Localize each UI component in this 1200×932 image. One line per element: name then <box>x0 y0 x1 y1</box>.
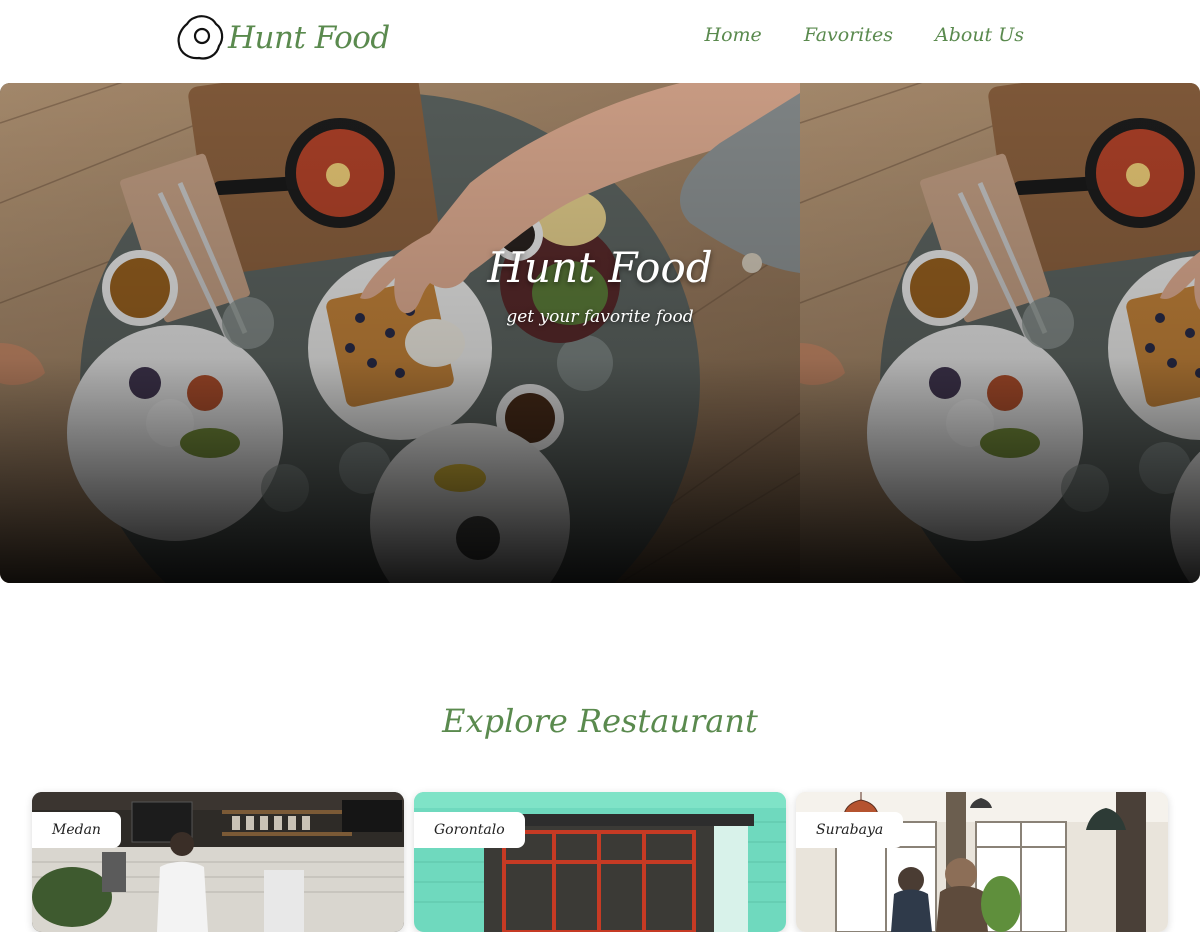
nav-about-us[interactable]: About Us <box>935 24 1024 46</box>
brand[interactable]: Hunt Food <box>176 12 390 64</box>
fried-egg-icon <box>177 15 224 60</box>
city-badge: Gorontalo <box>414 812 525 848</box>
nav-home[interactable]: Home <box>705 24 762 46</box>
main-nav: Home Favorites About Us <box>705 24 1024 46</box>
site-header: Hunt Food Home Favorites About Us <box>0 0 1200 80</box>
hero-banner: Hunt Food get your favorite food <box>0 83 1200 583</box>
hero-title: Hunt Food <box>487 243 713 292</box>
restaurant-card-surabaya[interactable]: Surabaya <box>796 792 1168 932</box>
brand-name[interactable]: Hunt Food <box>228 20 390 56</box>
restaurant-card-medan[interactable]: Medan <box>32 792 404 932</box>
hero-subtitle: get your favorite food <box>506 307 694 327</box>
nav-favorites[interactable]: Favorites <box>804 24 893 46</box>
explore-title: Explore Restaurant <box>442 702 758 740</box>
restaurant-card-gorontalo[interactable]: Gorontalo <box>414 792 786 932</box>
city-badge: Surabaya <box>796 812 904 848</box>
restaurant-list: Medan Gorontalo Surabaya <box>32 792 1168 932</box>
city-badge: Medan <box>32 812 121 848</box>
hero-image <box>0 83 1200 583</box>
